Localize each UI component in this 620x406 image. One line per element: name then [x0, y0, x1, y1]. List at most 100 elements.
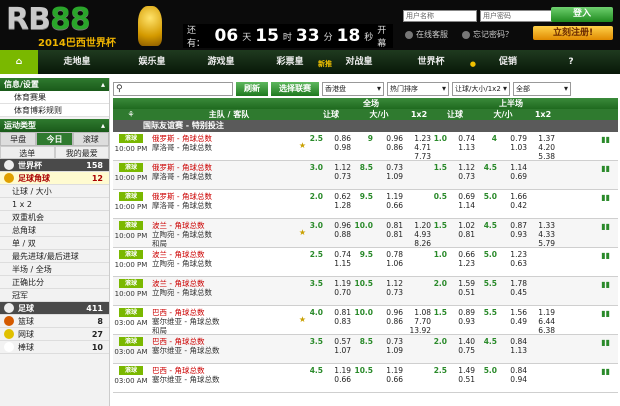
sidebar-sport-5[interactable]: 总角球	[0, 224, 109, 237]
away-team: 塞尔维亚 - 角球总数	[152, 375, 220, 384]
sidebar-sport-1[interactable]: 足球角球 12	[0, 172, 109, 185]
countdown-secs: 18	[336, 26, 361, 46]
sidebar-sport-7[interactable]: 最先进球/最后进球	[0, 250, 109, 263]
stats-chart-icon[interactable]: ▮▮	[601, 367, 610, 376]
nav-live[interactable]: 走地皇	[38, 50, 116, 74]
search-icon: ⚲	[116, 84, 123, 94]
stats-chart-icon[interactable]: ▮▮	[601, 309, 610, 318]
sidebar-sport-11[interactable]: 足球 411	[0, 302, 109, 315]
sidebar-sport-0[interactable]: 世界杯 158	[0, 159, 109, 172]
sidebar-sport-4[interactable]: 双重机会	[0, 211, 109, 224]
password-input[interactable]: 用户密码	[480, 10, 554, 22]
home-team: 波兰 - 角球总数	[152, 250, 205, 259]
trophy-icon	[138, 6, 162, 46]
help-icon: ?	[568, 57, 574, 67]
tab-menu[interactable]: 选单	[0, 146, 55, 159]
stats-chart-icon[interactable]: ▮▮	[601, 251, 610, 260]
register-button[interactable]: 立刻注册!	[533, 26, 613, 40]
away-team: 塞尔维亚 - 角球总数	[152, 346, 220, 355]
nav-help[interactable]: ?	[546, 50, 596, 74]
login-button[interactable]: 登入	[551, 7, 613, 22]
away-team: 摩洛哥 - 角球总数	[152, 143, 212, 152]
stats-chart-icon[interactable]: ▮▮	[601, 222, 610, 231]
stats-chart-icon[interactable]: ▮▮	[601, 280, 610, 289]
odds-panel: ⚲ 刷新 选择联赛 香港盘 热门排序 让球/大小/1x2 全部 全场 上半场 ⚘…	[113, 80, 618, 406]
nav-lottery[interactable]: 彩票皇 新推	[254, 50, 332, 74]
sidebar-sport-12[interactable]: 篮球 8	[0, 315, 109, 328]
stats-chart-icon[interactable]: ▮▮	[601, 135, 610, 144]
tab-live[interactable]: 滚球	[72, 132, 109, 146]
tab-today[interactable]: 今日	[36, 132, 73, 146]
sort-select[interactable]: 热门排序	[387, 82, 449, 96]
sport-icon	[4, 329, 14, 339]
sports-section-title[interactable]: 运动类型 ▴	[0, 119, 109, 132]
nav-games[interactable]: 游戏皇	[188, 50, 254, 74]
sidebar-sport-14[interactable]: 棒球 10	[0, 341, 109, 354]
username-input[interactable]: 用户名称	[403, 10, 477, 22]
table-row: 滚球 03:00 AM 巴西 - 角球总数 塞尔维亚 - 角球总数 4.5 1.19 0.6…	[113, 364, 618, 393]
away-team: 塞尔维亚 - 角球总数	[152, 317, 220, 326]
away-team: 摩洛哥 - 角球总数	[152, 201, 212, 210]
sidebar: 信息/设置 ▴ 体育赛果 体育博彩规则 运动类型 ▴ 早盘 今日 滚球 选单 我的最…	[0, 78, 110, 406]
forgot-password-link[interactable]: 忘记密码？	[462, 29, 513, 40]
sidebar-sport-8[interactable]: 半场 / 全场	[0, 263, 109, 276]
sidebar-sport-13[interactable]: 网球 27	[0, 328, 109, 341]
table-row: 滚球 10:00 PM 波兰 - 角球总数 立陶宛 - 角球总数 和局 ★ 3.0 0.96 0…	[113, 219, 618, 248]
nav-worldcup[interactable]: 世界杯 ●	[392, 50, 476, 74]
tab-early[interactable]: 早盘	[0, 132, 37, 146]
sidebar-sport-10[interactable]: 冠军	[0, 289, 109, 302]
full-time-header: 全场	[363, 99, 379, 108]
filter-select[interactable]: 全部	[513, 82, 571, 96]
sidebar-sport-2[interactable]: 让球 / 大小	[0, 185, 109, 198]
sidebar-sport-3[interactable]: 1 x 2	[0, 198, 109, 211]
stats-chart-icon[interactable]: ▮▮	[601, 193, 610, 202]
nav-casino[interactable]: 娱乐皇	[116, 50, 188, 74]
home-team: 波兰 - 角球总数	[152, 279, 205, 288]
home-team: 波兰 - 角球总数	[152, 221, 205, 230]
sidebar-item-results[interactable]: 体育赛果	[0, 91, 109, 104]
nav-versus[interactable]: 对战皇	[326, 50, 392, 74]
draw-label: 和局	[152, 326, 167, 335]
live-badge: 滚球	[119, 308, 143, 317]
sidebar-item-rules[interactable]: 体育博彩规则	[0, 104, 109, 117]
favorite-star-icon[interactable]: ★	[299, 141, 306, 150]
nav-promo[interactable]: 促销	[470, 50, 546, 74]
live-badge: 滚球	[119, 337, 143, 346]
favorite-star-icon[interactable]: ★	[299, 315, 306, 324]
header: RB88 2014巴西世界杯 还有： 06 天 15 时 33 分 18 秒 开…	[0, 0, 620, 50]
stats-chart-icon[interactable]: ▮▮	[601, 164, 610, 173]
bet-type-select[interactable]: 让球/大小/1x2	[452, 82, 510, 96]
home-team: 俄罗斯 - 角球总数	[152, 192, 212, 201]
home-team: 俄罗斯 - 角球总数	[152, 134, 212, 143]
sidebar-sport-6[interactable]: 单 / 双	[0, 237, 109, 250]
sport-list: 世界杯 158 足球角球 12 让球 / 大小 1 x 2 双重机会 总角球单 / 双最先进球…	[0, 159, 109, 354]
choose-league-button[interactable]: 选择联赛	[271, 82, 319, 96]
half-time-header: 上半场	[499, 99, 523, 108]
sport-icon	[4, 173, 14, 183]
favorite-star-icon[interactable]: ★	[299, 228, 306, 237]
sport-icon	[4, 342, 14, 352]
away-team: 立陶宛 - 角球总数	[152, 230, 212, 239]
odds-type-select[interactable]: 香港盘	[322, 82, 384, 96]
search-input[interactable]: ⚲	[113, 82, 233, 96]
tab-favorites[interactable]: 我的最爱	[54, 146, 109, 159]
sidebar-sport-9[interactable]: 正确比分	[0, 276, 109, 289]
market-tabs: 早盘 今日 滚球	[0, 132, 109, 146]
stats-chart-icon[interactable]: ▮▮	[601, 338, 610, 347]
info-section-title[interactable]: 信息/设置 ▴	[0, 78, 109, 91]
countdown-hours: 15	[255, 26, 279, 46]
table-row: 滚球 10:00 PM 俄罗斯 - 角球总数 摩洛哥 - 角球总数 2.0 0.62 1.2…	[113, 190, 618, 219]
competition-header[interactable]: 国际友谊赛 - 特别投注	[113, 120, 618, 132]
nav-home[interactable]: ⌂	[0, 50, 38, 74]
home-team: 巴西 - 角球总数	[152, 366, 205, 375]
refresh-button[interactable]: 刷新	[236, 82, 268, 96]
question-icon	[462, 30, 470, 39]
away-team: 立陶宛 - 角球总数	[152, 288, 212, 297]
col-team: 主队 / 客队	[208, 110, 250, 119]
site-logo[interactable]: RB88 2014巴西世界杯	[4, 2, 162, 49]
table-row: 滚球 10:00 PM 俄罗斯 - 角球总数 摩洛哥 - 角球总数 3.0 1.12 0.7…	[113, 161, 618, 190]
live-badge: 滚球	[119, 163, 143, 172]
sport-icon	[4, 303, 14, 313]
sport-icon	[4, 160, 14, 170]
online-service-link[interactable]: 在线客服	[405, 29, 448, 40]
